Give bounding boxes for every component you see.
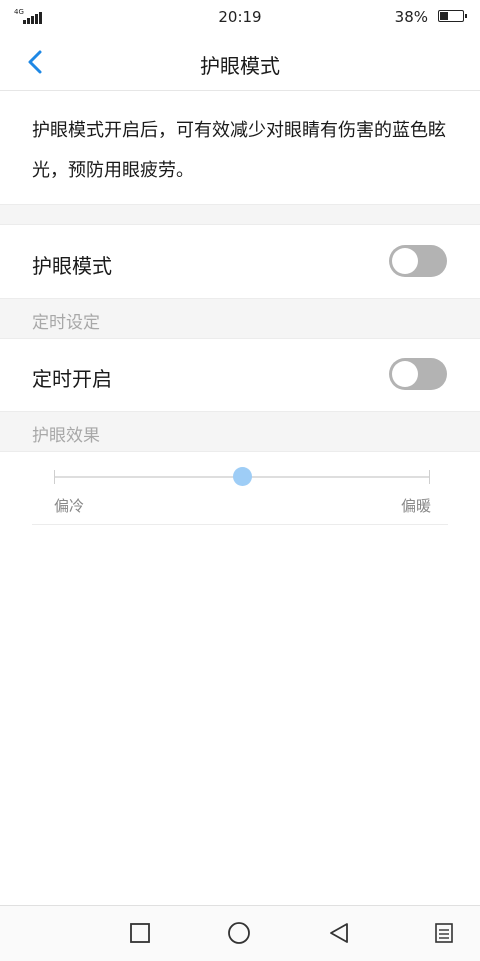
triangle-back-icon	[330, 923, 348, 943]
circle-icon	[228, 922, 250, 944]
timer-label: 定时开启	[32, 367, 112, 391]
slider-max-label: 偏暖	[400, 497, 431, 515]
toggle-knob	[392, 361, 418, 387]
page-title: 护眼模式	[200, 54, 280, 78]
header: 护眼模式	[0, 34, 480, 91]
square-icon	[130, 923, 150, 943]
divider	[32, 524, 448, 525]
home-button[interactable]	[227, 921, 251, 945]
slider-max-tick	[429, 470, 430, 484]
description-panel: 护眼模式开启后，可有效减少对眼睛有伤害的蓝色眩光，预防用眼疲劳。	[0, 91, 480, 204]
eye-mode-row[interactable]: 护眼模式	[0, 226, 480, 298]
navigation-bar	[0, 905, 480, 961]
effect-section-header: 护眼效果	[0, 411, 480, 452]
toggle-knob	[392, 248, 418, 274]
nav-back-button[interactable]	[327, 921, 351, 945]
section-spacer	[0, 204, 480, 225]
timer-row[interactable]: 定时开启	[0, 339, 480, 411]
slider-min-tick	[54, 470, 55, 484]
effect-section-label: 护眼效果	[32, 426, 100, 446]
slider-min-label: 偏冷	[54, 497, 85, 515]
recent-apps-button[interactable]	[128, 921, 152, 945]
menu-icon	[435, 923, 453, 943]
timer-section-label: 定时设定	[32, 313, 100, 333]
timer-toggle[interactable]	[389, 358, 447, 390]
description-text: 护眼模式开启后，可有效减少对眼睛有伤害的蓝色眩光，预防用眼疲劳。	[32, 120, 446, 181]
battery-icon	[438, 10, 467, 22]
battery-percent: 38%	[394, 8, 428, 26]
menu-button[interactable]	[432, 921, 456, 945]
eye-mode-toggle[interactable]	[389, 245, 447, 277]
timer-section-header: 定时设定	[0, 298, 480, 339]
status-bar: 4G 20:19 38%	[0, 0, 480, 34]
effect-slider-thumb[interactable]	[232, 467, 252, 486]
effect-slider-area: 偏冷 偏暖	[0, 453, 480, 525]
eye-mode-label: 护眼模式	[32, 254, 112, 278]
